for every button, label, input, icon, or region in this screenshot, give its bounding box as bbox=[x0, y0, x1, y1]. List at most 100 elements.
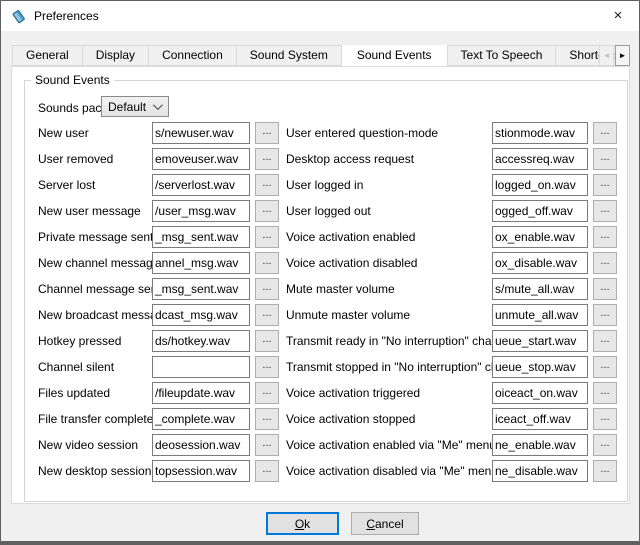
tab-scroll-right-icon[interactable]: ► bbox=[615, 45, 630, 66]
browse-button[interactable]: ... bbox=[593, 148, 617, 170]
sound-file-input[interactable]: ox_disable.wav bbox=[492, 252, 588, 274]
sound-event-row: User logged in logged_on.wav ... bbox=[286, 172, 624, 198]
sound-file-input[interactable]: oiceact_on.wav bbox=[492, 382, 588, 404]
sound-event-row: User removed emoveuser.wav ... bbox=[38, 146, 284, 172]
sound-event-row: Voice activation enabled via "Me" menu n… bbox=[286, 432, 624, 458]
tab-display[interactable]: Display bbox=[82, 45, 149, 66]
browse-button[interactable]: ... bbox=[593, 434, 617, 456]
browse-button[interactable]: ... bbox=[255, 356, 279, 378]
events-column-right: User entered question-mode stionmode.wav… bbox=[286, 120, 624, 484]
sound-event-label: Voice activation disabled via "Me" menu bbox=[286, 464, 492, 478]
browse-button[interactable]: ... bbox=[593, 330, 617, 352]
sound-file-input[interactable]: stionmode.wav bbox=[492, 122, 588, 144]
sound-event-label: Voice activation disabled bbox=[286, 256, 492, 270]
tab-connection[interactable]: Connection bbox=[148, 45, 237, 66]
browse-button[interactable]: ... bbox=[255, 460, 279, 482]
sound-file-input[interactable]: /fileupdate.wav bbox=[152, 382, 250, 404]
sound-file-input[interactable]: ds/hotkey.wav bbox=[152, 330, 250, 352]
sound-event-row: User logged out ogged_off.wav ... bbox=[286, 198, 624, 224]
sound-file-input[interactable]: unmute_all.wav bbox=[492, 304, 588, 326]
sound-event-row: Server lost /serverlost.wav ... bbox=[38, 172, 284, 198]
tab-text-to-speech[interactable]: Text To Speech bbox=[447, 45, 557, 66]
browse-button[interactable]: ... bbox=[593, 174, 617, 196]
sound-file-input[interactable]: emoveuser.wav bbox=[152, 148, 250, 170]
cancel-button[interactable]: Cancel bbox=[351, 512, 419, 535]
sound-file-input[interactable]: deosession.wav bbox=[152, 434, 250, 456]
sound-event-row: Unmute master volume unmute_all.wav ... bbox=[286, 302, 624, 328]
tab-sound-events[interactable]: Sound Events bbox=[341, 45, 448, 66]
events-column-left: New user s/newuser.wav ... User removed … bbox=[38, 120, 284, 484]
sound-file-input[interactable]: _complete.wav bbox=[152, 408, 250, 430]
browse-button[interactable]: ... bbox=[255, 252, 279, 274]
sound-file-input[interactable]: logged_on.wav bbox=[492, 174, 588, 196]
sound-event-row: Channel message sent _msg_sent.wav ... bbox=[38, 276, 284, 302]
browse-button[interactable]: ... bbox=[255, 200, 279, 222]
sound-file-input[interactable]: /serverlost.wav bbox=[152, 174, 250, 196]
sound-events-groupbox: Sound Events Sounds pack Default New use… bbox=[24, 80, 628, 502]
sound-file-input[interactable]: s/mute_all.wav bbox=[492, 278, 588, 300]
sound-file-input[interactable]: ogged_off.wav bbox=[492, 200, 588, 222]
browse-button[interactable]: ... bbox=[255, 122, 279, 144]
titlebar: Preferences × bbox=[1, 1, 639, 31]
sound-file-input[interactable]: /user_msg.wav bbox=[152, 200, 250, 222]
sound-event-row: Channel silent ... bbox=[38, 354, 284, 380]
sound-file-input[interactable]: topsession.wav bbox=[152, 460, 250, 482]
tab-general[interactable]: General bbox=[12, 45, 83, 66]
sound-file-input[interactable]: annel_msg.wav bbox=[152, 252, 250, 274]
sound-event-label: User entered question-mode bbox=[286, 126, 492, 140]
browse-button[interactable]: ... bbox=[255, 278, 279, 300]
browse-button[interactable]: ... bbox=[255, 330, 279, 352]
sound-event-label: New broadcast message bbox=[38, 308, 152, 322]
browse-button[interactable]: ... bbox=[593, 122, 617, 144]
sound-event-row: Transmit stopped in "No interruption" ch… bbox=[286, 354, 624, 380]
browse-button[interactable]: ... bbox=[593, 304, 617, 326]
sound-event-row: Mute master volume s/mute_all.wav ... bbox=[286, 276, 624, 302]
browse-button[interactable]: ... bbox=[255, 226, 279, 248]
browse-button[interactable]: ... bbox=[593, 460, 617, 482]
sound-event-label: Voice activation enabled via "Me" menu bbox=[286, 438, 492, 452]
sound-file-input[interactable]: s/newuser.wav bbox=[152, 122, 250, 144]
sound-file-input[interactable]: ueue_stop.wav bbox=[492, 356, 588, 378]
sound-event-label: Desktop access request bbox=[286, 152, 492, 166]
sound-event-row: New broadcast message dcast_msg.wav ... bbox=[38, 302, 284, 328]
chevron-down-icon bbox=[153, 100, 163, 110]
sound-file-input[interactable]: ox_enable.wav bbox=[492, 226, 588, 248]
close-icon[interactable]: × bbox=[597, 1, 639, 30]
sound-file-input[interactable]: ne_disable.wav bbox=[492, 460, 588, 482]
browse-button[interactable]: ... bbox=[255, 408, 279, 430]
sound-event-label: Unmute master volume bbox=[286, 308, 492, 322]
browse-button[interactable]: ... bbox=[593, 200, 617, 222]
tab-scroll-left-icon[interactable]: ◄ bbox=[599, 45, 614, 66]
sounds-pack-dropdown[interactable]: Default bbox=[101, 96, 169, 117]
tab-sound-system[interactable]: Sound System bbox=[236, 45, 342, 66]
browse-button[interactable]: ... bbox=[255, 434, 279, 456]
sound-event-row: Voice activation triggered oiceact_on.wa… bbox=[286, 380, 624, 406]
sound-file-input[interactable]: iceact_off.wav bbox=[492, 408, 588, 430]
sound-event-label: Server lost bbox=[38, 178, 152, 192]
browse-button[interactable]: ... bbox=[593, 408, 617, 430]
sound-event-label: Voice activation enabled bbox=[286, 230, 492, 244]
sound-file-input[interactable]: ueue_start.wav bbox=[492, 330, 588, 352]
browse-button[interactable]: ... bbox=[255, 148, 279, 170]
ok-button[interactable]: Ok bbox=[266, 512, 339, 535]
sound-file-input[interactable]: ne_enable.wav bbox=[492, 434, 588, 456]
tab-scrollers: ◄ ► bbox=[599, 45, 630, 66]
browse-button[interactable]: ... bbox=[593, 382, 617, 404]
browse-button[interactable]: ... bbox=[593, 226, 617, 248]
sound-file-input[interactable]: accessreq.wav bbox=[492, 148, 588, 170]
browse-button[interactable]: ... bbox=[255, 382, 279, 404]
browse-button[interactable]: ... bbox=[593, 278, 617, 300]
browse-button[interactable]: ... bbox=[593, 356, 617, 378]
app-icon bbox=[11, 8, 27, 24]
sound-file-input[interactable]: _msg_sent.wav bbox=[152, 278, 250, 300]
tab-bar: GeneralDisplayConnectionSound SystemSoun… bbox=[12, 45, 630, 66]
sound-event-row: New video session deosession.wav ... bbox=[38, 432, 284, 458]
sound-event-label: New user bbox=[38, 126, 152, 140]
browse-button[interactable]: ... bbox=[255, 304, 279, 326]
browse-button[interactable]: ... bbox=[255, 174, 279, 196]
sound-file-input[interactable]: dcast_msg.wav bbox=[152, 304, 250, 326]
browse-button[interactable]: ... bbox=[593, 252, 617, 274]
sound-file-input[interactable] bbox=[152, 356, 250, 378]
sound-event-label: Mute master volume bbox=[286, 282, 492, 296]
sound-file-input[interactable]: _msg_sent.wav bbox=[152, 226, 250, 248]
